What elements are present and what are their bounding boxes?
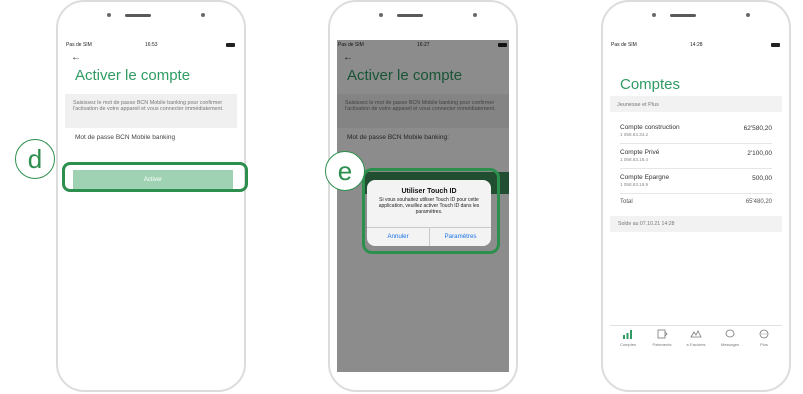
phone-top-bezel bbox=[330, 2, 516, 32]
account-number: 1 058.63.34.2 bbox=[620, 132, 649, 137]
tab-bar: Comptes Paiements e-Factures Messages Pl… bbox=[610, 325, 782, 354]
phone-accounts: Pas de SIM 14:28 Comptes Jeunesse et Plu… bbox=[601, 0, 791, 392]
account-row[interactable]: Compte Epargne 1 058.63.19.9 500,00 bbox=[620, 174, 772, 190]
account-amount: 2'100,00 bbox=[747, 150, 772, 157]
camera-icon bbox=[652, 13, 656, 17]
phone-bottom-bezel bbox=[330, 370, 516, 390]
tab-paiements[interactable]: Paiements bbox=[645, 329, 679, 347]
battery-icon bbox=[771, 43, 780, 47]
phone-bottom-bezel bbox=[603, 370, 789, 390]
row-divider bbox=[620, 193, 772, 194]
account-number: 1 058.63.19.9 bbox=[620, 182, 649, 187]
password-label: Mot de passe BCN Mobile banking bbox=[75, 134, 176, 141]
tab-label: e-Factures bbox=[686, 342, 706, 347]
tab-messages[interactable]: Messages bbox=[713, 329, 747, 347]
account-amount: 62'580,20 bbox=[743, 125, 772, 132]
more-icon bbox=[759, 329, 769, 339]
total-label: Total bbox=[620, 199, 633, 205]
callout-frame-e bbox=[362, 168, 500, 254]
screen: Pas de SIM 16:53 ← Activer le compte Sai… bbox=[65, 40, 237, 372]
row-divider bbox=[620, 168, 772, 169]
sensor-icon bbox=[201, 13, 205, 17]
section-header: Jeunesse et Plus bbox=[610, 96, 782, 112]
sensor-icon bbox=[473, 13, 477, 17]
phone-bottom-bezel bbox=[58, 370, 244, 390]
status-time: 16:53 bbox=[145, 42, 158, 48]
phone-top-bezel bbox=[58, 2, 244, 32]
phone-top-bezel bbox=[603, 2, 789, 32]
carrier-label: Pas de SIM bbox=[66, 42, 92, 48]
status-bar: Pas de SIM 16:53 bbox=[65, 41, 237, 51]
page-title: Comptes bbox=[620, 76, 681, 93]
account-amount: 500,00 bbox=[752, 175, 772, 182]
screen: Pas de SIM 14:28 Comptes Jeunesse et Plu… bbox=[610, 40, 782, 372]
tab-label: Comptes bbox=[619, 342, 636, 347]
total-row: Total 65'480,20 bbox=[620, 199, 772, 209]
tab-label: Paiements bbox=[652, 342, 672, 347]
speaker-icon bbox=[397, 14, 423, 17]
account-number: 1 058.63.18.4 bbox=[620, 157, 649, 162]
callout-frame-d bbox=[62, 162, 248, 192]
camera-icon bbox=[379, 13, 383, 17]
account-name: Compte construction bbox=[620, 124, 680, 131]
step-marker-d: d bbox=[15, 139, 55, 179]
carrier-label: Pas de SIM bbox=[611, 42, 637, 48]
balance-note: Solde au 07.10.21 14:28 bbox=[618, 221, 675, 227]
total-amount: 65'480,20 bbox=[745, 199, 772, 205]
description-band: Saisissez le mot de passe BCN Mobile ban… bbox=[65, 94, 237, 128]
account-name: Compte Privé bbox=[620, 149, 660, 156]
transfer-icon bbox=[657, 329, 668, 339]
account-row[interactable]: Compte construction 1 058.63.34.2 62'580… bbox=[620, 124, 772, 140]
tab-label: Plus bbox=[760, 342, 768, 347]
back-arrow-icon[interactable]: ← bbox=[71, 52, 81, 63]
balance-note-band: Solde au 07.10.21 14:28 bbox=[610, 216, 782, 232]
account-name: Compte Epargne bbox=[620, 174, 670, 181]
phone-activate-account: Pas de SIM 16:53 ← Activer le compte Sai… bbox=[56, 0, 246, 392]
step-marker-e: e bbox=[325, 151, 365, 191]
cards-icon bbox=[690, 330, 702, 338]
tab-label: Messages bbox=[720, 342, 740, 347]
tab-efactures[interactable]: e-Factures bbox=[679, 329, 713, 347]
speaker-icon bbox=[670, 14, 696, 17]
status-bar: Pas de SIM 14:28 bbox=[610, 41, 782, 51]
status-time: 14:28 bbox=[690, 42, 703, 48]
chat-icon bbox=[725, 329, 735, 338]
sensor-icon bbox=[746, 13, 750, 17]
tab-plus[interactable]: Plus bbox=[747, 329, 781, 347]
row-divider bbox=[620, 143, 772, 144]
speaker-icon bbox=[125, 14, 151, 17]
description-text: Saisissez le mot de passe BCN Mobile ban… bbox=[73, 100, 224, 112]
camera-icon bbox=[107, 13, 111, 17]
account-row[interactable]: Compte Privé 1 058.63.18.4 2'100,00 bbox=[620, 149, 772, 165]
bar-chart-icon bbox=[623, 330, 632, 339]
battery-icon bbox=[226, 43, 235, 47]
tab-comptes[interactable]: Comptes bbox=[611, 329, 645, 347]
page-title: Activer le compte bbox=[75, 67, 191, 84]
